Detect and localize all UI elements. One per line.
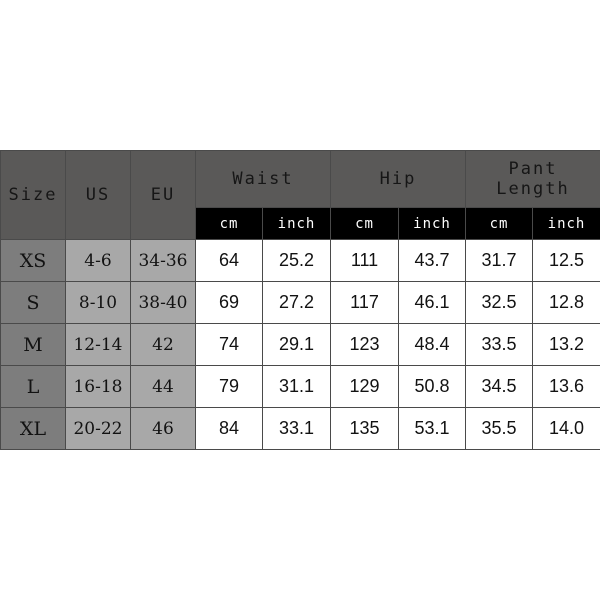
cell-waist-cm: 69 [195, 281, 263, 324]
cell-pant-cm: 32.5 [465, 281, 533, 324]
cell-size: XS [0, 239, 66, 282]
cell-eu: 42 [130, 323, 196, 366]
cell-hip-cm: 117 [330, 281, 399, 324]
cell-hip-inch: 43.7 [398, 239, 466, 282]
cell-pant-inch: 13.6 [532, 365, 600, 408]
column-header-us: US [65, 150, 131, 240]
cell-eu: 44 [130, 365, 196, 408]
table-row: S 8-10 38-40 69 27.2 117 46.1 32.5 12.8 [0, 281, 600, 324]
unit-header-hip-inch: inch [398, 207, 466, 240]
cell-size: S [0, 281, 66, 324]
cell-pant-cm: 35.5 [465, 407, 533, 450]
cell-waist-inch: 33.1 [262, 407, 331, 450]
column-header-hip: Hip [330, 150, 466, 208]
cell-hip-inch: 53.1 [398, 407, 466, 450]
cell-waist-inch: 29.1 [262, 323, 331, 366]
column-header-size: Size [0, 150, 66, 240]
table-row: XS 4-6 34-36 64 25.2 111 43.7 31.7 12.5 [0, 239, 600, 282]
table-row: L 16-18 44 79 31.1 129 50.8 34.5 13.6 [0, 365, 600, 408]
cell-waist-cm: 64 [195, 239, 263, 282]
column-header-eu: EU [130, 150, 196, 240]
cell-pant-cm: 31.7 [465, 239, 533, 282]
table-header: Size US EU Waist Hip Pant Length cm inch… [0, 150, 600, 240]
table-row: XL 20-22 46 84 33.1 135 53.1 35.5 14.0 [0, 407, 600, 450]
cell-pant-inch: 13.2 [532, 323, 600, 366]
cell-hip-cm: 135 [330, 407, 399, 450]
cell-waist-cm: 84 [195, 407, 263, 450]
cell-waist-inch: 25.2 [262, 239, 331, 282]
cell-hip-inch: 50.8 [398, 365, 466, 408]
size-chart-container: Size US EU Waist Hip Pant Length cm inch… [0, 150, 600, 450]
unit-header-pant-cm: cm [465, 207, 533, 240]
cell-us: 8-10 [65, 281, 131, 324]
table-body: XS 4-6 34-36 64 25.2 111 43.7 31.7 12.5 … [0, 239, 600, 450]
column-header-pant-length: Pant Length [465, 150, 600, 208]
cell-hip-inch: 46.1 [398, 281, 466, 324]
unit-header-waist-cm: cm [195, 207, 263, 240]
size-chart-table: Size US EU Waist Hip Pant Length cm inch… [0, 150, 600, 450]
cell-eu: 46 [130, 407, 196, 450]
cell-eu: 34-36 [130, 239, 196, 282]
cell-us: 16-18 [65, 365, 131, 408]
cell-us: 12-14 [65, 323, 131, 366]
unit-header-hip-cm: cm [330, 207, 399, 240]
cell-hip-cm: 129 [330, 365, 399, 408]
cell-us: 4-6 [65, 239, 131, 282]
cell-hip-cm: 123 [330, 323, 399, 366]
cell-pant-cm: 33.5 [465, 323, 533, 366]
cell-pant-inch: 12.8 [532, 281, 600, 324]
unit-header-waist-inch: inch [262, 207, 331, 240]
cell-hip-inch: 48.4 [398, 323, 466, 366]
table-row: M 12-14 42 74 29.1 123 48.4 33.5 13.2 [0, 323, 600, 366]
cell-size: M [0, 323, 66, 366]
cell-waist-cm: 74 [195, 323, 263, 366]
unit-header-pant-inch: inch [532, 207, 600, 240]
cell-waist-inch: 27.2 [262, 281, 331, 324]
header-row-top: Size US EU Waist Hip Pant Length [0, 150, 600, 240]
cell-size: L [0, 365, 66, 408]
cell-waist-cm: 79 [195, 365, 263, 408]
cell-us: 20-22 [65, 407, 131, 450]
cell-hip-cm: 111 [330, 239, 399, 282]
cell-size: XL [0, 407, 66, 450]
cell-pant-inch: 12.5 [532, 239, 600, 282]
cell-pant-inch: 14.0 [532, 407, 600, 450]
cell-pant-cm: 34.5 [465, 365, 533, 408]
cell-waist-inch: 31.1 [262, 365, 331, 408]
cell-eu: 38-40 [130, 281, 196, 324]
column-header-waist: Waist [195, 150, 331, 208]
